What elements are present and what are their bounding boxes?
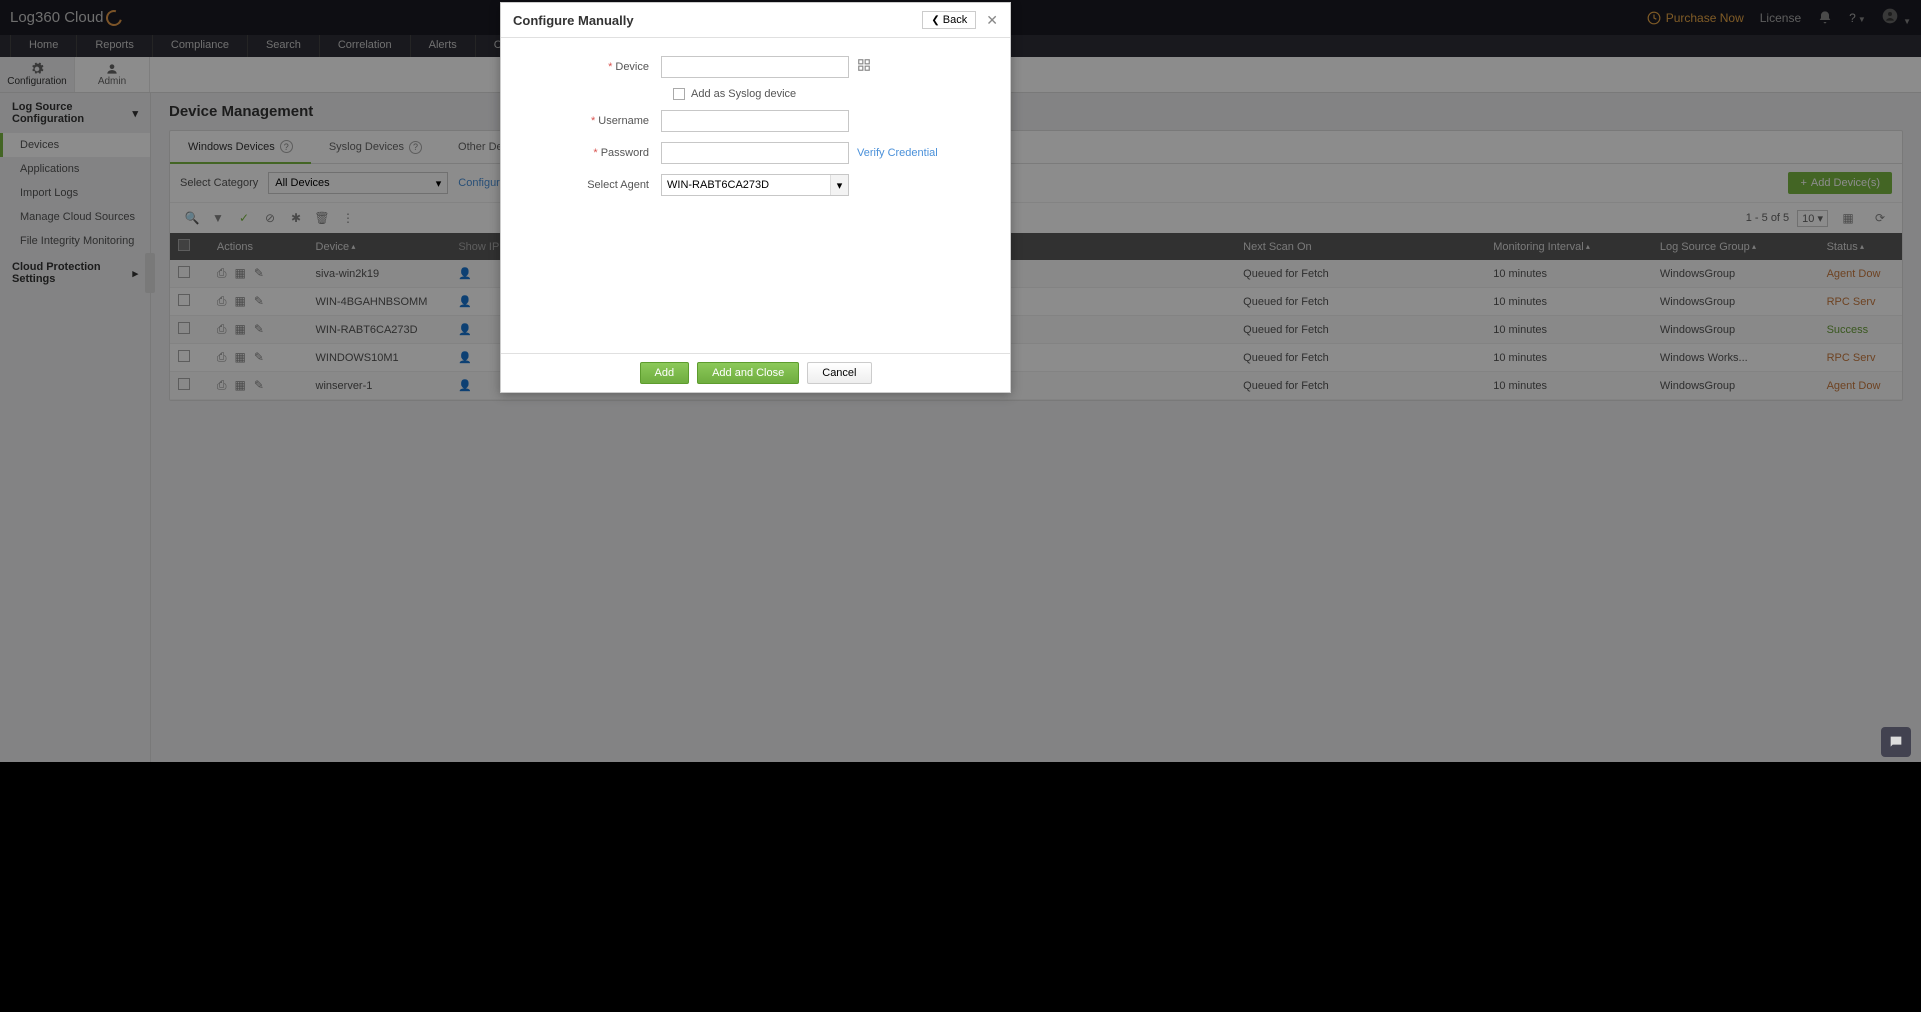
- username-label: *Username: [531, 115, 661, 127]
- chevron-down-icon: ▾: [830, 175, 848, 195]
- cancel-button[interactable]: Cancel: [807, 362, 871, 384]
- device-picker-icon[interactable]: [857, 58, 871, 77]
- modal-body: *Device Add as Syslog device *Username *…: [501, 38, 1010, 353]
- agent-select[interactable]: WIN-RABT6CA273D ▾: [661, 174, 849, 196]
- password-input[interactable]: [661, 142, 849, 164]
- close-icon[interactable]: ✕: [986, 12, 998, 29]
- agent-value: WIN-RABT6CA273D: [667, 179, 769, 191]
- modal-footer: Add Add and Close Cancel: [501, 353, 1010, 392]
- add-button[interactable]: Add: [640, 362, 690, 384]
- add-close-button[interactable]: Add and Close: [697, 362, 799, 384]
- configure-manually-modal: Configure Manually ❮ Back ✕ *Device Add …: [500, 2, 1011, 393]
- chat-icon: [1888, 734, 1904, 750]
- device-label: *Device: [531, 61, 661, 73]
- back-button[interactable]: ❮ Back: [922, 11, 976, 29]
- password-label: *Password: [531, 147, 661, 159]
- username-input[interactable]: [661, 110, 849, 132]
- chat-button[interactable]: [1881, 727, 1911, 757]
- agent-label: Select Agent: [531, 179, 661, 191]
- device-input[interactable]: [661, 56, 849, 78]
- back-label: Back: [943, 14, 967, 26]
- chevron-left-icon: ❮: [931, 15, 939, 26]
- modal-header: Configure Manually ❮ Back ✕: [501, 3, 1010, 38]
- app-window: Log360 Cloud Purchase Now License ?▼ ▼ H…: [0, 0, 1921, 762]
- syslog-label: Add as Syslog device: [691, 88, 796, 100]
- modal-title: Configure Manually: [513, 13, 634, 28]
- verify-credential-link[interactable]: Verify Credential: [857, 147, 938, 159]
- syslog-checkbox[interactable]: [673, 88, 685, 100]
